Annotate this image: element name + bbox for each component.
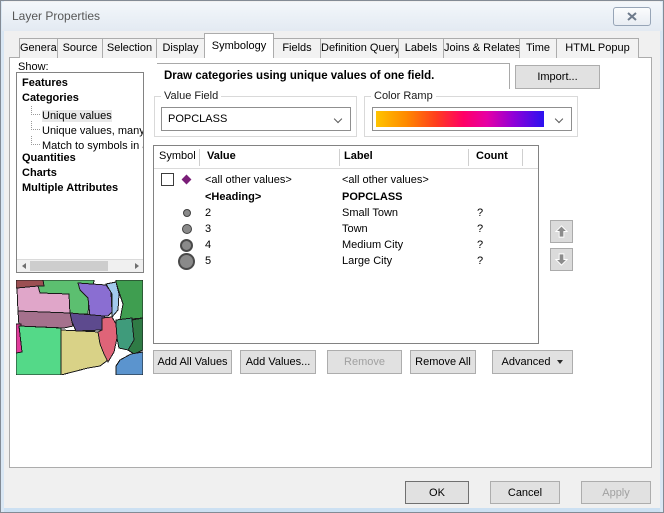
tree-elbow-icon (31, 121, 40, 130)
table-row[interactable]: 4 Medium City ? (155, 237, 537, 254)
scroll-left-arrow[interactable] (17, 260, 30, 272)
show-item-features[interactable]: Features (17, 76, 143, 91)
caret-down-icon (557, 360, 563, 364)
table-row[interactable]: 2 Small Town ? (155, 205, 537, 222)
import-button[interactable]: Import... (515, 65, 600, 89)
chevron-down-icon (334, 115, 342, 123)
move-up-button[interactable] (550, 220, 573, 243)
symbology-tab-page: Show: Features Categories Unique values … (9, 57, 652, 468)
window-title: Layer Properties (12, 9, 100, 23)
value-field-label: Value Field (161, 90, 221, 102)
scroll-right-arrow[interactable] (130, 260, 143, 272)
tree-elbow-icon (31, 136, 40, 145)
tab-definition-query[interactable]: Definition Query (320, 38, 399, 58)
table-row-heading[interactable]: <Heading> POPCLASS (155, 189, 537, 206)
close-icon (627, 12, 637, 21)
table-row[interactable]: 3 Town ? (155, 221, 537, 238)
advanced-button[interactable]: Advanced (492, 350, 573, 374)
show-item-unique-values[interactable]: Unique values (17, 106, 143, 121)
circle-symbol-icon[interactable] (183, 209, 191, 217)
circle-symbol-icon[interactable] (180, 239, 193, 252)
ok-button[interactable]: OK (405, 481, 469, 504)
circle-symbol-icon[interactable] (178, 253, 195, 270)
layer-properties-dialog: Layer Properties General Source Selectio… (0, 0, 664, 513)
tab-display[interactable]: Display (156, 38, 205, 58)
value-field-group: Value Field POPCLASS (154, 96, 357, 137)
close-button[interactable] (613, 7, 651, 26)
tab-source[interactable]: Source (57, 38, 103, 58)
chevron-down-icon (555, 115, 563, 123)
tab-labels[interactable]: Labels (398, 38, 444, 58)
table-row[interactable]: 5 Large City ? (155, 253, 537, 270)
show-list-hscrollbar[interactable] (17, 259, 143, 272)
map-preview-image (16, 280, 143, 375)
column-label: Label (344, 150, 373, 162)
move-down-button[interactable] (550, 248, 573, 271)
column-divider (199, 149, 200, 166)
table-row[interactable]: <all other values> <all other values> (155, 172, 537, 189)
diamond-symbol-icon[interactable] (182, 175, 192, 185)
column-symbol: Symbol (159, 150, 196, 162)
tab-html-popup[interactable]: HTML Popup (556, 38, 639, 58)
add-values-button[interactable]: Add Values... (240, 350, 316, 374)
show-item-categories[interactable]: Categories (17, 91, 143, 106)
advanced-button-label: Advanced (502, 356, 551, 368)
tab-symbology[interactable]: Symbology (204, 33, 274, 58)
circle-symbol-icon[interactable] (182, 224, 192, 234)
scrollbar-thumb[interactable] (30, 261, 108, 271)
tab-joins-relates[interactable]: Joins & Relates (443, 38, 520, 58)
cancel-button[interactable]: Cancel (490, 481, 560, 504)
show-list: Features Categories Unique values Unique… (16, 72, 144, 273)
all-other-values-checkbox[interactable] (161, 173, 174, 186)
title-bar[interactable]: Layer Properties (2, 2, 662, 31)
description-box: Draw categories using unique values of o… (157, 63, 510, 89)
arrow-down-icon (554, 252, 569, 267)
column-count: Count (476, 150, 508, 162)
triangle-left-icon (22, 263, 26, 269)
show-item-charts[interactable]: Charts (17, 166, 143, 181)
color-ramp-gradient (376, 111, 544, 127)
tab-time[interactable]: Time (519, 38, 557, 58)
column-divider (468, 149, 469, 166)
description-text: Draw categories using unique values of o… (164, 70, 434, 82)
apply-button[interactable]: Apply (581, 481, 651, 504)
add-all-values-button[interactable]: Add All Values (153, 350, 232, 374)
column-value: Value (207, 150, 236, 162)
color-ramp-combobox[interactable] (372, 107, 572, 131)
column-divider (339, 149, 340, 166)
remove-all-button[interactable]: Remove All (410, 350, 476, 374)
show-item-multiple-attributes[interactable]: Multiple Attributes (17, 181, 143, 196)
color-ramp-group: Color Ramp (364, 96, 578, 137)
tab-selection[interactable]: Selection (102, 38, 157, 58)
tab-general[interactable]: General (19, 38, 58, 58)
triangle-right-icon (135, 263, 139, 269)
show-item-unique-values-many[interactable]: Unique values, many (17, 121, 143, 136)
color-ramp-label: Color Ramp (371, 90, 436, 102)
remove-button[interactable]: Remove (327, 350, 402, 374)
show-item-quantities[interactable]: Quantities (17, 151, 143, 166)
value-field-combobox[interactable]: POPCLASS (161, 107, 351, 131)
symbol-table: Symbol Value Label Count <all other valu… (153, 145, 539, 344)
arrow-up-icon (554, 224, 569, 239)
column-divider (522, 149, 523, 166)
tab-fields[interactable]: Fields (273, 38, 321, 58)
show-item-match-symbols[interactable]: Match to symbols in a (17, 136, 143, 151)
symbol-table-header: Symbol Value Label Count (154, 146, 538, 169)
tab-strip: General Source Selection Display Symbolo… (19, 34, 638, 58)
value-field-selected: POPCLASS (168, 113, 227, 125)
tree-elbow-icon (31, 106, 40, 115)
